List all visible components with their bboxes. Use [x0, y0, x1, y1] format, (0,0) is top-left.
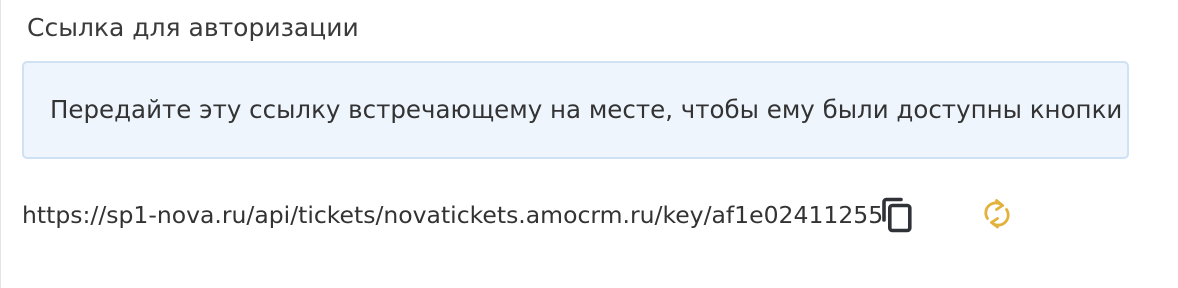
- copy-icon: [882, 197, 912, 233]
- regenerate-link-button[interactable]: [980, 197, 1014, 231]
- copy-link-button[interactable]: [878, 196, 916, 234]
- info-message-text: Передайте эту ссылку встречающему на мес…: [50, 95, 1123, 124]
- refresh-icon: [984, 199, 1010, 229]
- section-title: Ссылка для авторизации: [27, 13, 359, 42]
- panel-left-border: [0, 0, 1, 288]
- info-message-box: Передайте эту ссылку встречающему на мес…: [22, 61, 1129, 159]
- authorization-link[interactable]: https://sp1-nova.ru/api/tickets/novatick…: [22, 199, 883, 231]
